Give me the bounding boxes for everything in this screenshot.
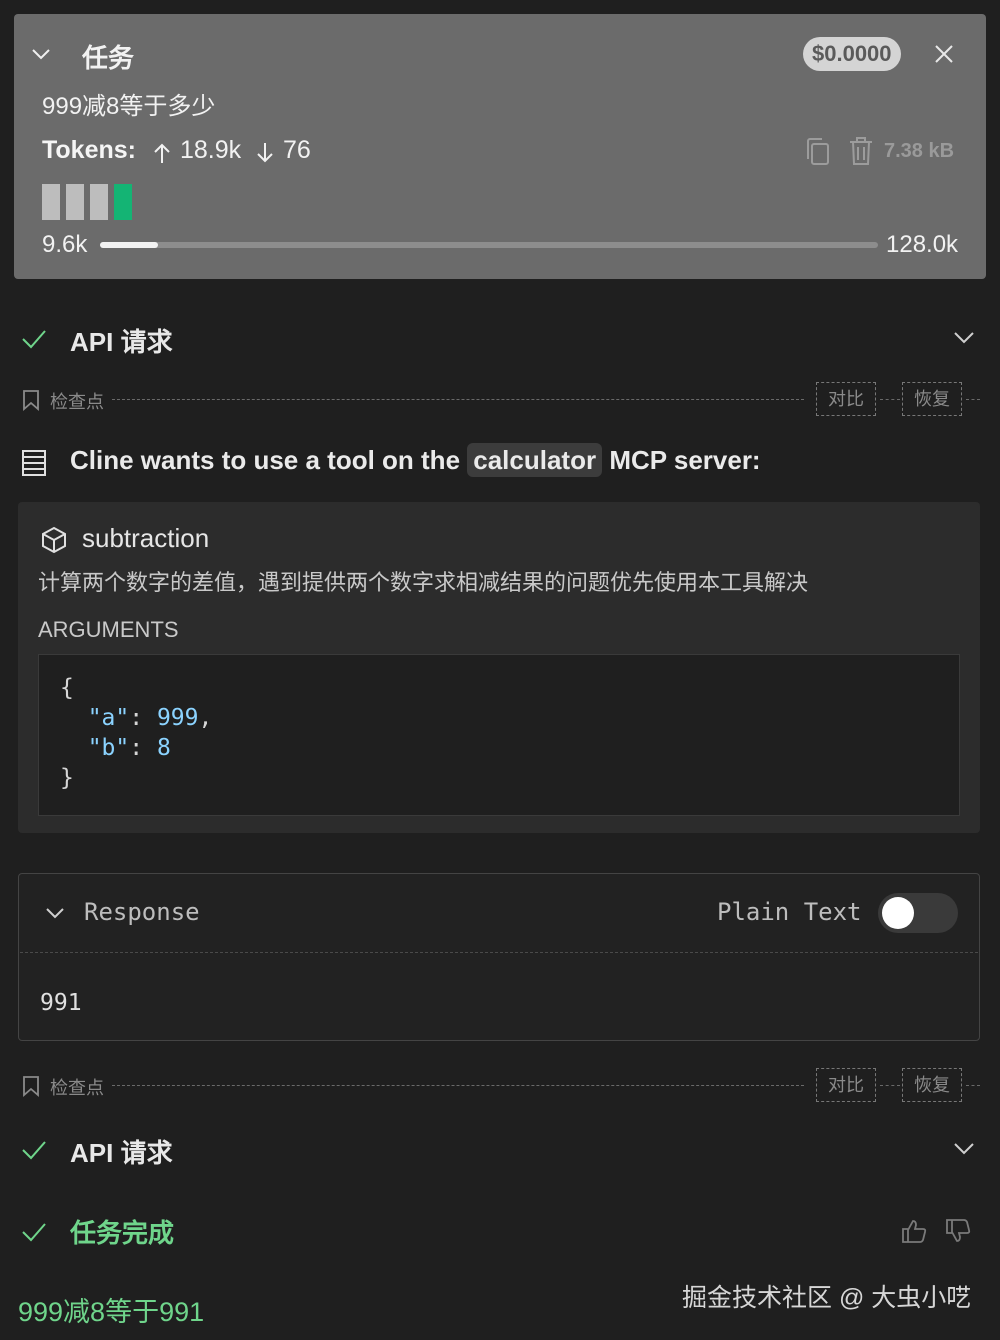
trash-icon[interactable] <box>848 136 874 166</box>
thumb-down-icon[interactable] <box>944 1218 972 1244</box>
watermark: 掘金技术社区 @ 大虫小呓 <box>682 1284 972 1312</box>
tool-description: 计算两个数字的差值，遇到提供两个数字求相减结果的问题优先使用本工具解决 <box>38 570 809 595</box>
thumb-up-icon[interactable] <box>900 1218 928 1244</box>
checkpoint-label: 检查点 <box>50 392 104 412</box>
tool-request-header: Cline wants to use a tool on the calcula… <box>70 443 761 477</box>
chevron-down-icon[interactable] <box>44 903 66 923</box>
chevron-down-icon[interactable] <box>30 44 52 64</box>
tokens-in: 18.9k <box>180 136 242 164</box>
task-title: 任务 <box>82 43 135 73</box>
completion-answer: 999减8等于991 <box>18 1297 205 1327</box>
check-icon <box>22 1141 46 1160</box>
arg-key-a: "a" <box>87 705 130 731</box>
arguments-json: { "a": 999, "b": 8 } <box>60 675 213 791</box>
tokens-out: 76 <box>283 136 311 164</box>
tokens-label: Tokens: <box>42 136 136 164</box>
cost-badge: $0.0000 <box>803 37 901 71</box>
checkpoint-divider <box>880 1085 900 1086</box>
context-max: 128.0k <box>886 231 959 258</box>
server-icon <box>22 450 46 476</box>
api-request-label[interactable]: API 请求 <box>70 322 173 359</box>
plain-text-label: Plain Text <box>717 898 862 926</box>
context-progress-track <box>100 242 878 248</box>
response-title[interactable]: Response <box>84 898 200 926</box>
context-used: 9.6k <box>42 231 88 258</box>
checkpoint-divider <box>966 1085 980 1086</box>
arrow-up-icon <box>154 143 170 163</box>
checkpoint-divider <box>112 1085 804 1086</box>
arguments-label: ARGUMENTS <box>38 617 179 642</box>
response-value: 991 <box>40 990 82 1016</box>
context-segment <box>66 184 84 220</box>
arg-value-a: 999 <box>156 705 199 731</box>
task-question: 999减8等于多少 <box>42 93 216 120</box>
code-brace: } <box>60 765 74 791</box>
task-complete-label: 任务完成 <box>70 1218 175 1248</box>
response-divider <box>20 952 978 953</box>
context-segment <box>42 184 60 220</box>
chevron-down-icon[interactable] <box>952 1141 976 1157</box>
context-progress-fill <box>100 242 158 248</box>
code-brace: { <box>60 675 74 701</box>
copy-icon[interactable] <box>804 137 832 167</box>
context-segment-active <box>114 184 132 220</box>
checkpoint-restore-button[interactable]: 恢复 <box>902 1068 962 1102</box>
bookmark-icon <box>23 1076 39 1097</box>
checkpoint-label: 检查点 <box>50 1078 104 1098</box>
checkpoint-divider <box>112 399 804 400</box>
tool-name: subtraction <box>82 523 210 553</box>
tool-header-prefix: Cline wants to use a tool on the <box>70 445 461 475</box>
checkpoint-divider <box>966 399 980 400</box>
toggle-knob[interactable] <box>882 897 914 929</box>
context-segment <box>90 184 108 220</box>
api-request-label[interactable]: API 请求 <box>70 1133 173 1170</box>
checkpoint-restore-button[interactable]: 恢复 <box>902 382 962 416</box>
close-icon[interactable] <box>932 42 956 66</box>
bookmark-icon <box>23 390 39 411</box>
tool-header-suffix: MCP server: <box>609 445 761 475</box>
task-size: 7.38 kB <box>884 140 955 162</box>
check-icon <box>22 330 46 349</box>
checkpoint-compare-button[interactable]: 对比 <box>816 1068 876 1102</box>
checkpoint-compare-button[interactable]: 对比 <box>816 382 876 416</box>
arrow-down-icon <box>257 143 273 163</box>
cube-icon <box>42 526 66 554</box>
checkpoint-divider <box>880 399 900 400</box>
mcp-server-name: calculator <box>467 443 603 477</box>
chevron-down-icon[interactable] <box>952 330 976 346</box>
check-icon <box>22 1223 46 1242</box>
arg-key-b: "b" <box>87 735 130 761</box>
arg-value-b: 8 <box>156 735 171 761</box>
